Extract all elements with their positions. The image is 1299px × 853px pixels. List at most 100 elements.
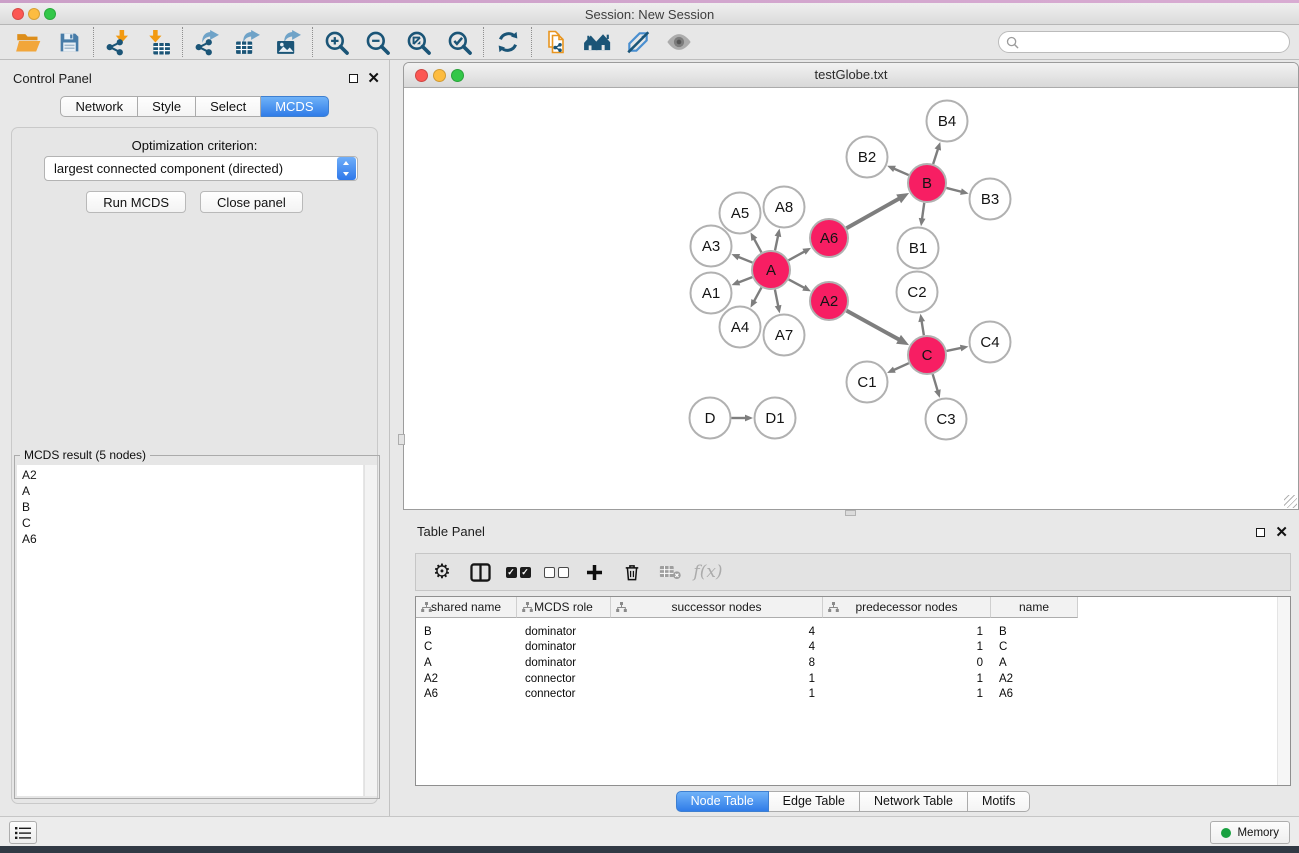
graph-node-C2[interactable]: C2 (897, 272, 938, 313)
graph-node-D1[interactable]: D1 (755, 398, 796, 439)
delete-table-icon (659, 564, 681, 580)
node-table[interactable]: shared nameMCDS rolesuccessor nodesprede… (415, 596, 1291, 786)
import-table-button[interactable] (138, 26, 179, 59)
save-session-button[interactable] (49, 26, 90, 59)
graph-node-C[interactable]: C (908, 336, 946, 374)
result-scrollbar[interactable] (364, 465, 377, 796)
add-column-button[interactable] (575, 554, 613, 590)
graph-node-D[interactable]: D (690, 398, 731, 439)
graph-node-A3[interactable]: A3 (691, 226, 732, 267)
result-list-item[interactable]: C (22, 515, 363, 531)
tab-network[interactable]: Network (60, 96, 138, 117)
mcds-result-title: MCDS result (5 nodes) (20, 448, 150, 462)
zoom-selected-button[interactable] (439, 26, 480, 59)
resize-grip[interactable] (1284, 495, 1297, 508)
table-row[interactable]: A6connector11A6 (416, 686, 1290, 702)
select-all-columns-button[interactable]: ✓✓ (499, 554, 537, 590)
export-image-icon (275, 29, 302, 56)
home-view-button[interactable] (576, 26, 617, 59)
table-cell: connector (517, 673, 611, 685)
hide-labels-button[interactable] (617, 26, 658, 59)
column-header-predecessor-nodes[interactable]: predecessor nodes (823, 597, 991, 618)
export-image-button[interactable] (268, 26, 309, 59)
tab-select[interactable]: Select (196, 96, 261, 117)
graph-node-B1[interactable]: B1 (898, 228, 939, 269)
graph-node-B3[interactable]: B3 (970, 179, 1011, 220)
clone-network-button[interactable] (535, 26, 576, 59)
table-tab-network-table[interactable]: Network Table (860, 791, 968, 812)
result-list-item[interactable]: B (22, 499, 363, 515)
function-builder-button[interactable]: f(x) (689, 554, 727, 590)
network-vscroll-thumb[interactable] (398, 434, 405, 445)
criterion-dropdown[interactable]: largest connected component (directed) (44, 156, 358, 181)
column-header-shared-name[interactable]: shared name (416, 597, 517, 618)
close-table-panel-icon[interactable]: ✕ (1275, 526, 1288, 539)
network-hscroll-thumb[interactable] (845, 510, 856, 516)
table-header-row: shared nameMCDS rolesuccessor nodesprede… (416, 597, 1290, 618)
run-mcds-button[interactable]: Run MCDS (86, 191, 186, 213)
column-header-MCDS-role[interactable]: MCDS role (517, 597, 611, 618)
result-list-item[interactable]: A6 (22, 531, 363, 547)
table-row[interactable]: Adominator80A (416, 655, 1290, 671)
zoom-fit-button[interactable] (398, 26, 439, 59)
table-row[interactable]: Cdominator41C (416, 640, 1290, 656)
open-session-button[interactable] (8, 26, 49, 59)
result-list-item[interactable]: A (22, 483, 363, 499)
graph-node-B[interactable]: B (908, 164, 946, 202)
unchecked-box-icon (558, 567, 569, 578)
graph-edge-A-A2 (789, 279, 811, 291)
graph-node-C1[interactable]: C1 (847, 362, 888, 403)
export-table-button[interactable] (227, 26, 268, 59)
table-tab-motifs[interactable]: Motifs (968, 791, 1030, 812)
delete-column-button[interactable] (613, 554, 651, 590)
table-tab-edge-table[interactable]: Edge Table (769, 791, 860, 812)
export-network-button[interactable] (186, 26, 227, 59)
search-input[interactable] (1019, 33, 1289, 51)
zoom-out-button[interactable] (357, 26, 398, 59)
close-panel-button[interactable]: Close panel (200, 191, 303, 213)
graph-node-A2[interactable]: A2 (810, 282, 848, 320)
zoom-in-button[interactable] (316, 26, 357, 59)
task-history-button[interactable] (9, 821, 37, 844)
show-details-eye-button[interactable] (658, 26, 699, 59)
memory-button[interactable]: Memory (1210, 821, 1290, 844)
import-network-button[interactable] (97, 26, 138, 59)
import-table-icon (145, 29, 172, 56)
float-table-panel-icon[interactable] (1256, 528, 1265, 537)
table-settings-button[interactable]: ⚙ (423, 554, 461, 590)
graph-node-C3[interactable]: C3 (926, 399, 967, 440)
graph-node-A5[interactable]: A5 (720, 193, 761, 234)
table-scrollbar[interactable] (1277, 597, 1290, 785)
column-view-button[interactable] (461, 554, 499, 590)
graph-node-A4[interactable]: A4 (720, 307, 761, 348)
checked-box-icon: ✓ (520, 567, 531, 578)
tab-style[interactable]: Style (138, 96, 196, 117)
table-cell: 1 (611, 688, 823, 700)
table-row[interactable]: Bdominator41B (416, 624, 1290, 640)
float-panel-icon[interactable] (349, 74, 358, 83)
column-header-successor-nodes[interactable]: successor nodes (611, 597, 823, 618)
network-window-titlebar[interactable]: testGlobe.txt (404, 63, 1298, 88)
graph-node-B2[interactable]: B2 (847, 137, 888, 178)
delete-table-button[interactable] (651, 554, 689, 590)
network-graph[interactable]: B4 B2 B B3 A5 A8A6 A3 B1 A A1 C2 A2 A4A7 C4 C C1 C3 D D1 (404, 89, 1298, 509)
table-tab-node-table[interactable]: Node Table (676, 791, 769, 812)
graph-edge-C-C4 (947, 345, 969, 352)
table-row[interactable]: A2connector11A2 (416, 671, 1290, 687)
refresh-button[interactable] (487, 26, 528, 59)
network-canvas[interactable]: B4 B2 B B3 A5 A8A6 A3 B1 A A1 C2 A2 A4A7 C4 C C1 C3 D D1 (404, 89, 1298, 509)
graph-node-C4[interactable]: C4 (970, 322, 1011, 363)
graph-node-A6[interactable]: A6 (810, 219, 848, 257)
close-panel-icon[interactable]: ✕ (367, 72, 380, 85)
graph-node-A[interactable]: A (752, 251, 790, 289)
svg-text:A5: A5 (731, 205, 749, 222)
result-list-item[interactable]: A2 (22, 467, 363, 483)
graph-node-A7[interactable]: A7 (764, 315, 805, 356)
svg-text:C: C (922, 347, 933, 364)
unselect-all-columns-button[interactable] (537, 554, 575, 590)
graph-node-B4[interactable]: B4 (927, 101, 968, 142)
graph-node-A8[interactable]: A8 (764, 187, 805, 228)
graph-node-A1[interactable]: A1 (691, 273, 732, 314)
column-header-name[interactable]: name (991, 597, 1078, 618)
tab-mcds[interactable]: MCDS (261, 96, 328, 117)
